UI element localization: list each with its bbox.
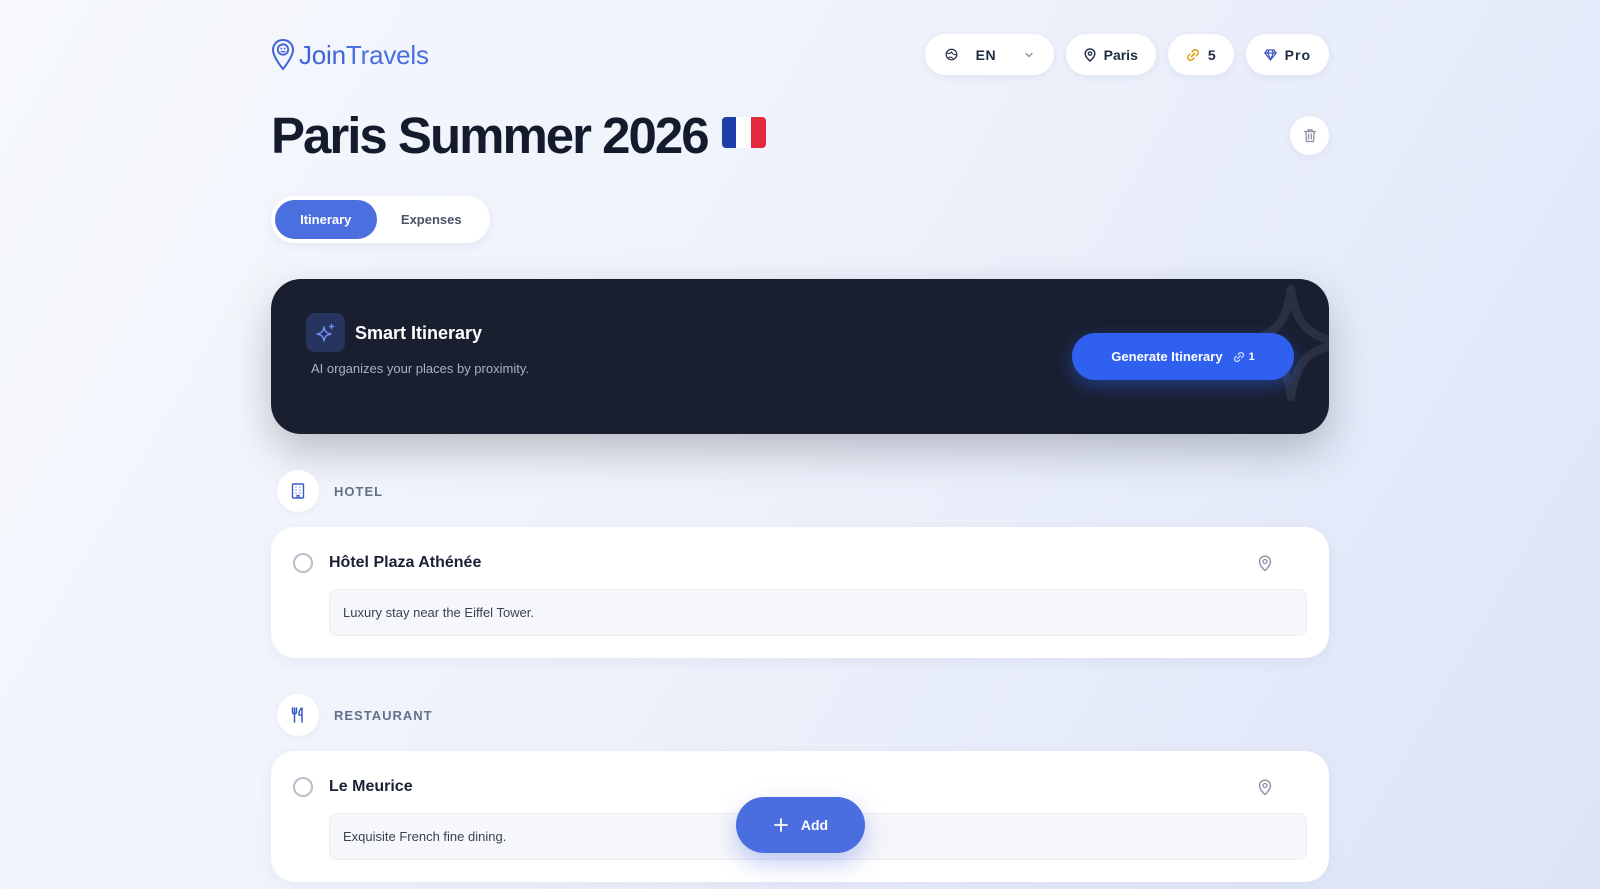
utensils-icon-box xyxy=(277,694,319,736)
generate-itinerary-label: Generate Itinerary xyxy=(1111,349,1223,364)
building-icon xyxy=(291,483,305,499)
visited-checkbox[interactable] xyxy=(293,777,313,797)
delete-trip-button[interactable] xyxy=(1290,116,1329,155)
map-pin-icon[interactable] xyxy=(1258,555,1272,572)
chevron-down-icon xyxy=(1024,52,1033,57)
place-name: Le Meurice xyxy=(329,778,413,795)
link-coin-icon xyxy=(1233,351,1244,362)
smart-itinerary-subtitle: AI organizes your places by proximity. xyxy=(311,361,529,376)
logo-text: JoinTravels xyxy=(299,39,429,70)
trip-title: Paris Summer 2026 xyxy=(271,106,766,165)
globe-icon xyxy=(945,48,957,61)
building-icon-box xyxy=(277,470,319,512)
credits-count: 5 xyxy=(1207,46,1216,63)
pro-plan-button[interactable]: Pro xyxy=(1245,34,1329,75)
section-header-restaurant: RESTAURANT xyxy=(277,694,433,736)
sparkles-icon-box xyxy=(306,313,345,352)
section-label-restaurant: RESTAURANT xyxy=(334,707,433,723)
language-value: EN xyxy=(975,46,997,63)
visited-checkbox[interactable] xyxy=(293,553,313,573)
diamond-icon xyxy=(1263,48,1277,61)
add-place-button[interactable]: Add xyxy=(736,797,865,853)
language-select[interactable]: EN xyxy=(924,34,1054,75)
place-note[interactable]: Luxury stay near the Eiffel Tower. xyxy=(329,589,1307,636)
tab-itinerary[interactable]: Itinerary xyxy=(275,200,377,239)
view-tabs: Itinerary Expenses xyxy=(271,196,490,243)
utensils-icon xyxy=(291,707,303,723)
city-button[interactable]: Paris xyxy=(1065,34,1156,75)
city-label: Paris xyxy=(1103,46,1138,63)
page: JoinTravels EN Paris 5 Pro Paris Summer … xyxy=(271,0,1329,889)
trip-title-text: Paris Summer 2026 xyxy=(271,107,710,164)
location-pin-icon xyxy=(1084,47,1096,62)
add-label: Add xyxy=(800,817,829,833)
trash-icon xyxy=(1303,129,1316,143)
credits-badge[interactable]: 5 xyxy=(1167,34,1234,75)
section-header-hotel: HOTEL xyxy=(277,470,383,512)
place-name: Hôtel Plaza Athénée xyxy=(329,554,482,571)
smart-itinerary-card: Smart Itinerary AI organizes your places… xyxy=(271,279,1329,434)
generate-itinerary-button[interactable]: Generate Itinerary 1 xyxy=(1072,333,1294,380)
generate-cost: 1 xyxy=(1233,351,1255,363)
section-label-hotel: HOTEL xyxy=(334,483,384,499)
map-pin-logo-icon xyxy=(271,38,295,71)
plus-icon xyxy=(773,818,788,832)
place-card-hotel[interactable]: Hôtel Plaza Athénée Luxury stay near the… xyxy=(271,527,1329,658)
sparkles-icon xyxy=(315,323,334,342)
france-flag-icon xyxy=(721,117,766,148)
app-logo[interactable]: JoinTravels xyxy=(271,38,429,72)
plan-label: Pro xyxy=(1284,46,1311,63)
tab-expenses[interactable]: Expenses xyxy=(377,200,486,239)
link-coin-icon xyxy=(1186,48,1199,61)
generate-cost-value: 1 xyxy=(1248,350,1255,363)
smart-itinerary-title: Smart Itinerary xyxy=(355,323,483,343)
map-pin-icon[interactable] xyxy=(1258,779,1272,796)
top-toolbar: EN Paris 5 Pro xyxy=(924,34,1329,75)
